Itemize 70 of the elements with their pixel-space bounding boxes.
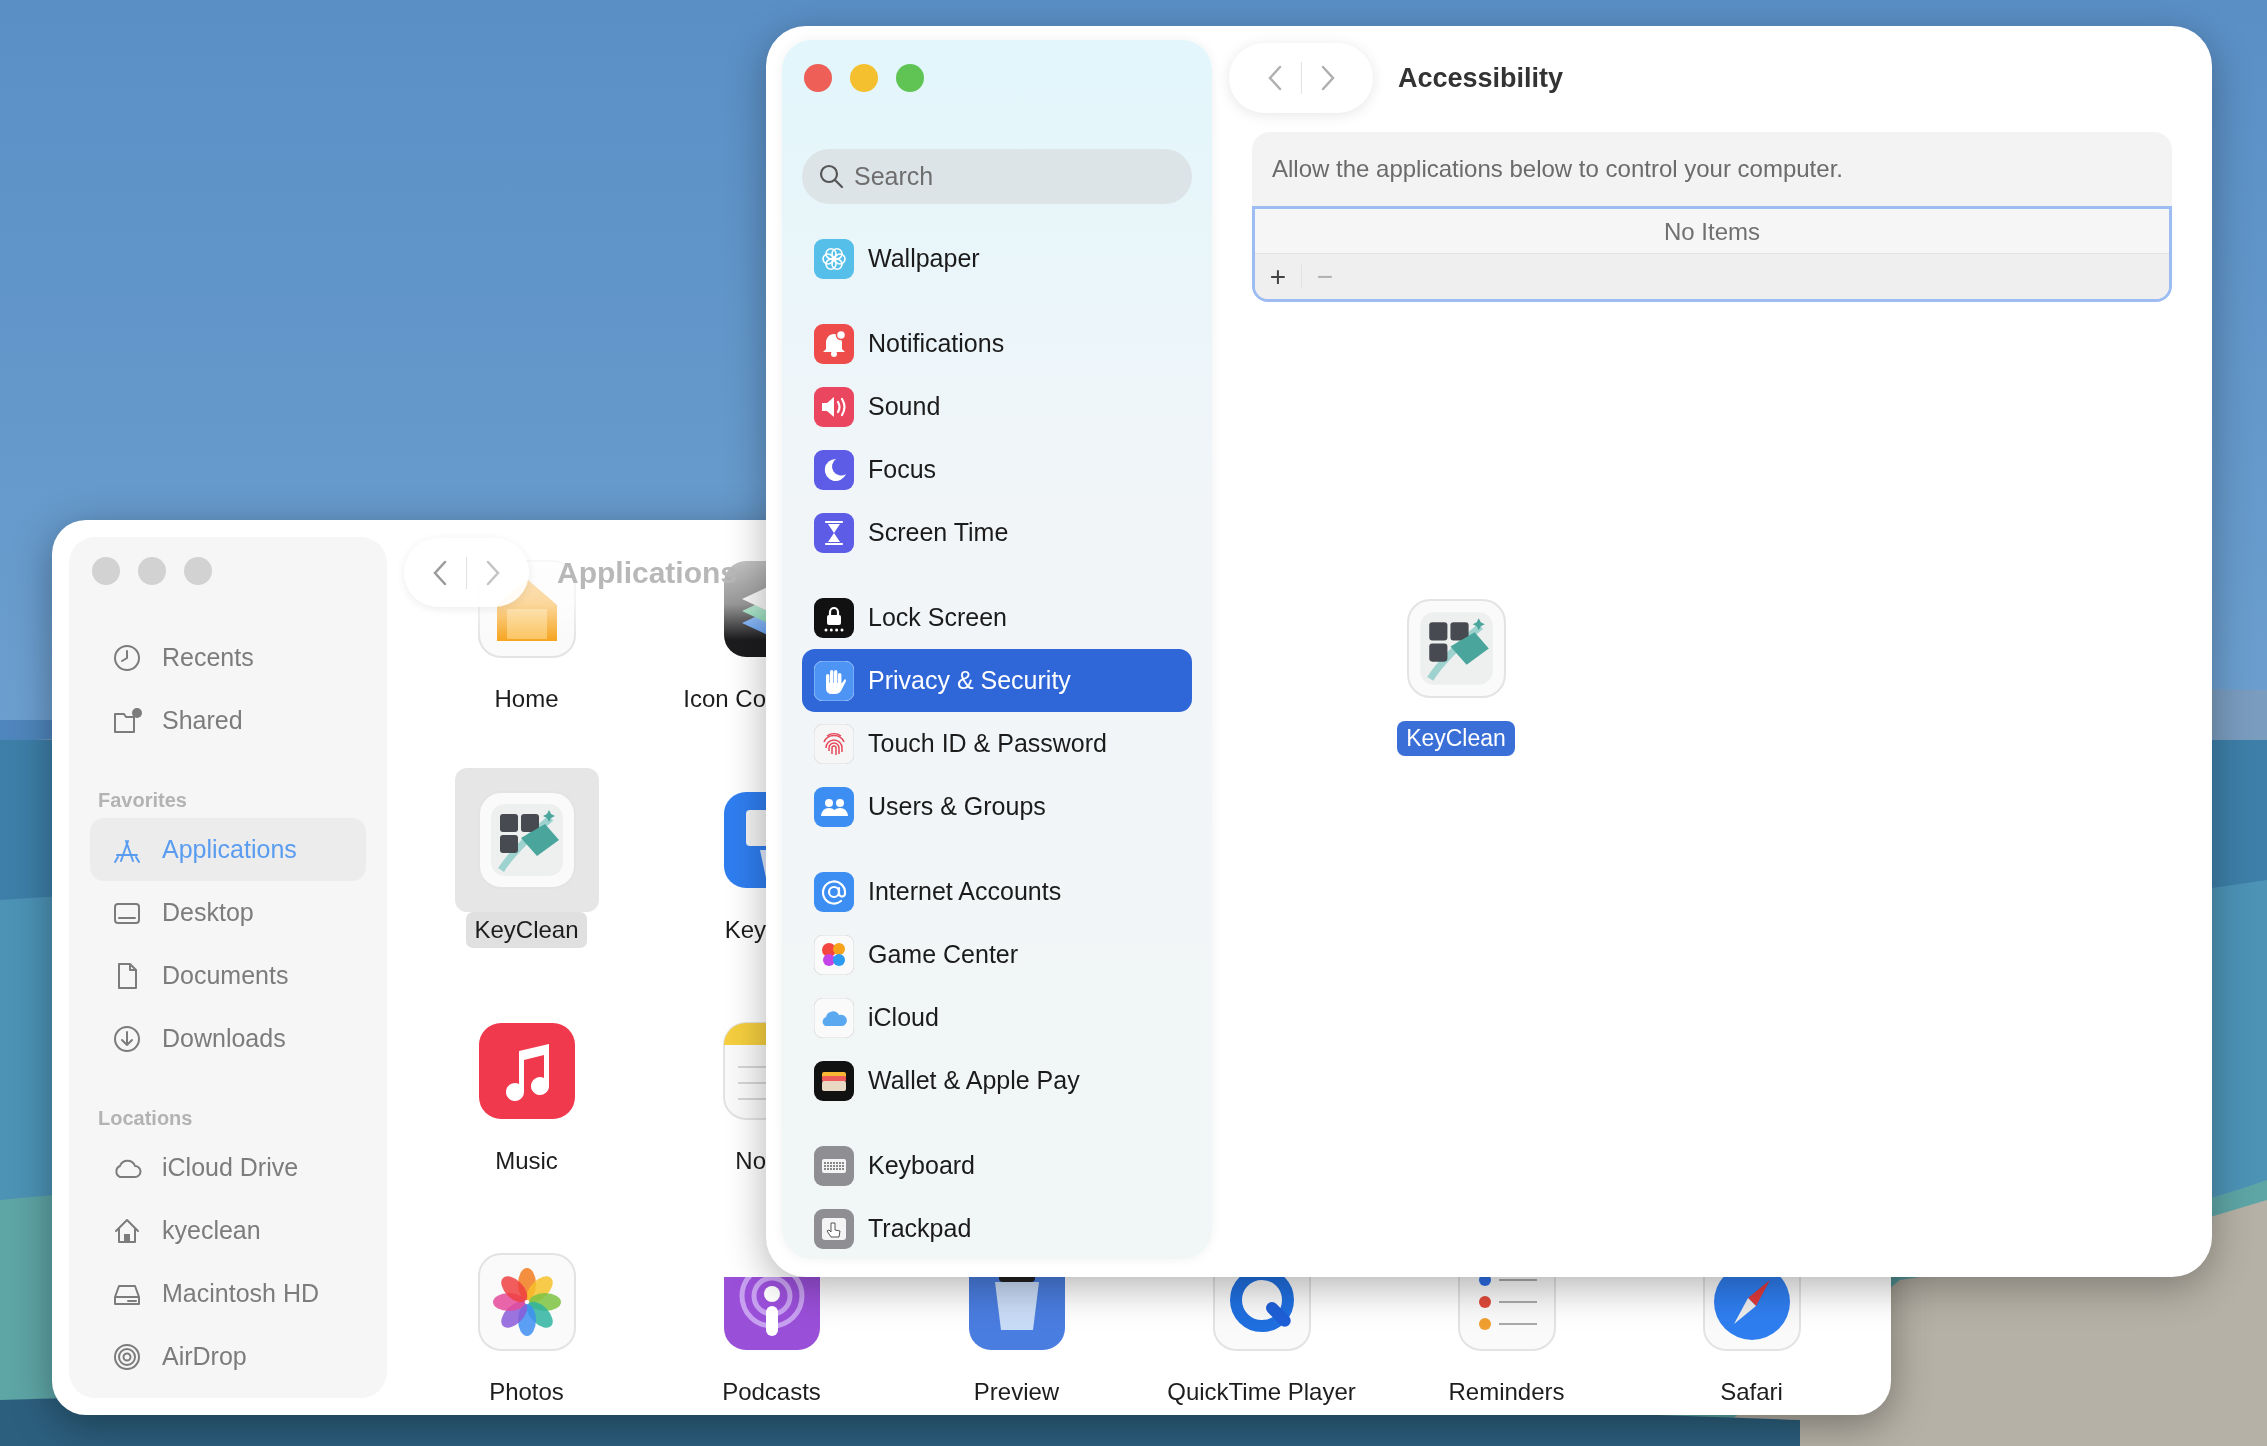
- file-name: Safari: [1719, 1377, 1784, 1407]
- broadcast-icon: [112, 1341, 142, 1372]
- sidebar-item[interactable]: Game Center: [802, 923, 1192, 986]
- sidebar-item[interactable]: Users & Groups: [802, 775, 1192, 838]
- sidebar-item[interactable]: Keyboard: [802, 1134, 1192, 1197]
- hand-icon: [814, 660, 854, 701]
- sidebar-item[interactable]: AirDrop: [90, 1325, 366, 1388]
- add-button[interactable]: +: [1255, 256, 1301, 297]
- keyboard-icon: [814, 1145, 854, 1186]
- file-name: Photos: [488, 1377, 565, 1407]
- bell-icon: [814, 323, 854, 364]
- sidebar-item[interactable]: Privacy & Security: [802, 649, 1192, 712]
- sidebar-item[interactable]: Trackpad: [802, 1197, 1192, 1259]
- file-name: Music: [494, 1146, 559, 1176]
- search-icon: [818, 163, 844, 189]
- sidebar-item[interactable]: Desktop: [90, 881, 366, 944]
- shared-folder-icon: [112, 705, 142, 736]
- close-button[interactable]: [804, 64, 832, 92]
- file-name: Home: [493, 684, 560, 714]
- sidebar-item[interactable]: Wallpaper: [802, 227, 1192, 290]
- minimize-button[interactable]: [850, 64, 878, 92]
- search-field[interactable]: Search: [802, 149, 1192, 204]
- section-heading: Locations: [97, 1106, 194, 1131]
- chevron-right-icon: [1319, 64, 1336, 92]
- clock-icon: [112, 642, 142, 673]
- chevron-left-icon: [432, 558, 448, 587]
- sidebar-item[interactable]: Screen Time: [802, 501, 1192, 564]
- sidebar-item[interactable]: iCloud: [802, 986, 1192, 1049]
- sidebar-item[interactable]: Wallet & Apple Pay: [802, 1049, 1192, 1112]
- file-name: KeyClean: [466, 912, 587, 948]
- sidebar-item[interactable]: Sound: [802, 375, 1192, 438]
- sidebar-item[interactable]: Lock Screen: [802, 586, 1192, 649]
- bubbles-icon: [814, 934, 854, 975]
- file-name: Reminders: [1447, 1377, 1566, 1407]
- sidebar-item[interactable]: kyeclean: [90, 1199, 366, 1262]
- chevron-left-icon: [1266, 64, 1283, 92]
- zoom-button[interactable]: [896, 64, 924, 92]
- file-name: Podcasts: [721, 1377, 822, 1407]
- moon-icon: [814, 449, 854, 490]
- file-name: No: [734, 1146, 766, 1176]
- file-name: QuickTime Player: [1166, 1377, 1357, 1407]
- chevron-right-icon: [485, 558, 501, 587]
- cloud-icon: [814, 997, 854, 1038]
- file-name: KeyClean: [1397, 721, 1515, 756]
- download-icon: [112, 1023, 142, 1054]
- wallet-icon: [814, 1060, 854, 1101]
- speaker-icon: [814, 386, 854, 427]
- sidebar-item[interactable]: Notifications: [802, 312, 1192, 375]
- people-icon: [814, 786, 854, 827]
- page-title: Accessibility: [1398, 61, 1564, 95]
- description: Allow the applications below to control your computer.: [1271, 154, 1844, 184]
- file-name: Icon Co: [682, 684, 766, 714]
- sidebar-item[interactable]: Focus: [802, 438, 1192, 501]
- at-sign-icon: [814, 871, 854, 912]
- hourglass-icon: [814, 512, 854, 553]
- sidebar-item[interactable]: Downloads: [90, 1007, 366, 1070]
- sidebar-item[interactable]: Recents: [90, 626, 366, 689]
- sidebar-item[interactable]: iCloud Drive: [90, 1136, 366, 1199]
- file-name: Preview: [972, 1377, 1061, 1407]
- flower-icon: [814, 238, 854, 279]
- pointer-icon: [814, 1208, 854, 1249]
- sidebar-item[interactable]: Shared: [90, 689, 366, 752]
- sidebar-item[interactable]: Internet Accounts: [802, 860, 1192, 923]
- sidebar-item[interactable]: Touch ID & Password: [802, 712, 1192, 775]
- sidebar-item[interactable]: Macintosh HD: [90, 1262, 366, 1325]
- section-heading: Favorites: [97, 788, 188, 813]
- file-name: Key: [723, 915, 766, 945]
- fingerprint-icon: [814, 723, 854, 764]
- lock-icon: [814, 597, 854, 638]
- sidebar-item[interactable]: Documents: [90, 944, 366, 1007]
